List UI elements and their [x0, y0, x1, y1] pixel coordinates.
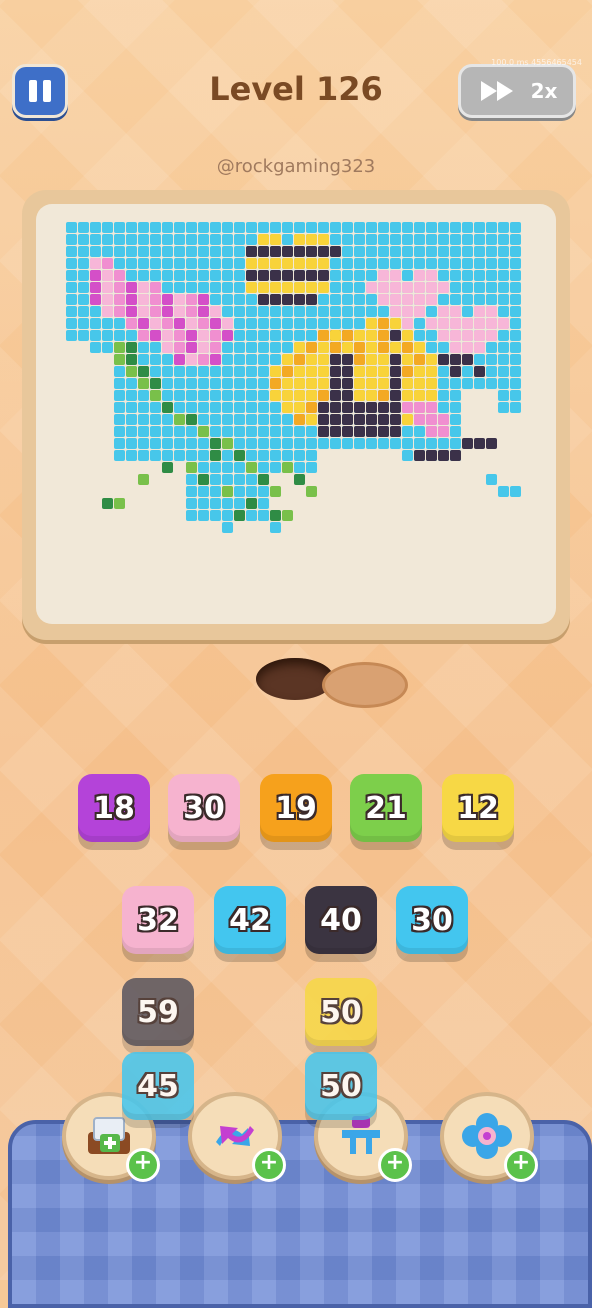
speed-label: 2x	[530, 79, 558, 103]
add-booster-plus[interactable]: +	[378, 1148, 412, 1182]
number-tile[interactable]: 19	[260, 774, 332, 842]
add-booster-plus[interactable]: +	[252, 1148, 286, 1182]
pixel-art	[66, 222, 521, 533]
tile-count: 30	[183, 790, 225, 826]
tile-count: 45	[137, 1068, 179, 1104]
tile-count: 59	[137, 994, 179, 1030]
tile-count: 19	[275, 790, 317, 826]
add-slot-icon	[88, 1117, 130, 1154]
tile-count: 42	[229, 902, 271, 938]
tile-count: 50	[320, 1068, 362, 1104]
number-tile[interactable]: 30	[168, 774, 240, 842]
number-tile[interactable]: 32	[122, 886, 194, 954]
fast-forward-icon	[480, 81, 513, 101]
tile-count: 12	[457, 790, 499, 826]
add-booster-plus[interactable]: +	[126, 1148, 160, 1182]
tile-count: 18	[93, 790, 135, 826]
number-tile[interactable]: 18	[78, 774, 150, 842]
number-tile[interactable]: 12	[442, 774, 514, 842]
tile-count: 21	[365, 790, 407, 826]
number-tile[interactable]: 50	[305, 978, 377, 1046]
add-booster-plus[interactable]: +	[504, 1148, 538, 1182]
tile-count: 40	[320, 902, 362, 938]
number-tile[interactable]: 42	[214, 886, 286, 954]
number-tile[interactable]: 21	[350, 774, 422, 842]
picture-board	[22, 190, 570, 640]
speed-button[interactable]: 2x	[458, 64, 576, 118]
booster-swap[interactable]: +	[188, 1092, 286, 1182]
number-tile[interactable]: 40	[305, 886, 377, 954]
swap-arrows-icon	[216, 1126, 254, 1146]
board-canvas	[36, 204, 556, 624]
watermark: @rockgaming323	[216, 156, 376, 177]
hole-lid	[322, 662, 408, 708]
number-tile[interactable]: 45	[122, 1052, 194, 1120]
number-tile[interactable]: 59	[122, 978, 194, 1046]
speed-debug-text: 100.0 ms 4556465454	[491, 58, 582, 67]
number-tile[interactable]: 50	[305, 1052, 377, 1120]
flower-icon	[462, 1113, 512, 1159]
booster-flower[interactable]: +	[440, 1092, 538, 1182]
tile-count: 50	[320, 994, 362, 1030]
tile-count: 32	[137, 902, 179, 938]
tile-count: 30	[411, 902, 453, 938]
number-tile[interactable]: 30	[396, 886, 468, 954]
